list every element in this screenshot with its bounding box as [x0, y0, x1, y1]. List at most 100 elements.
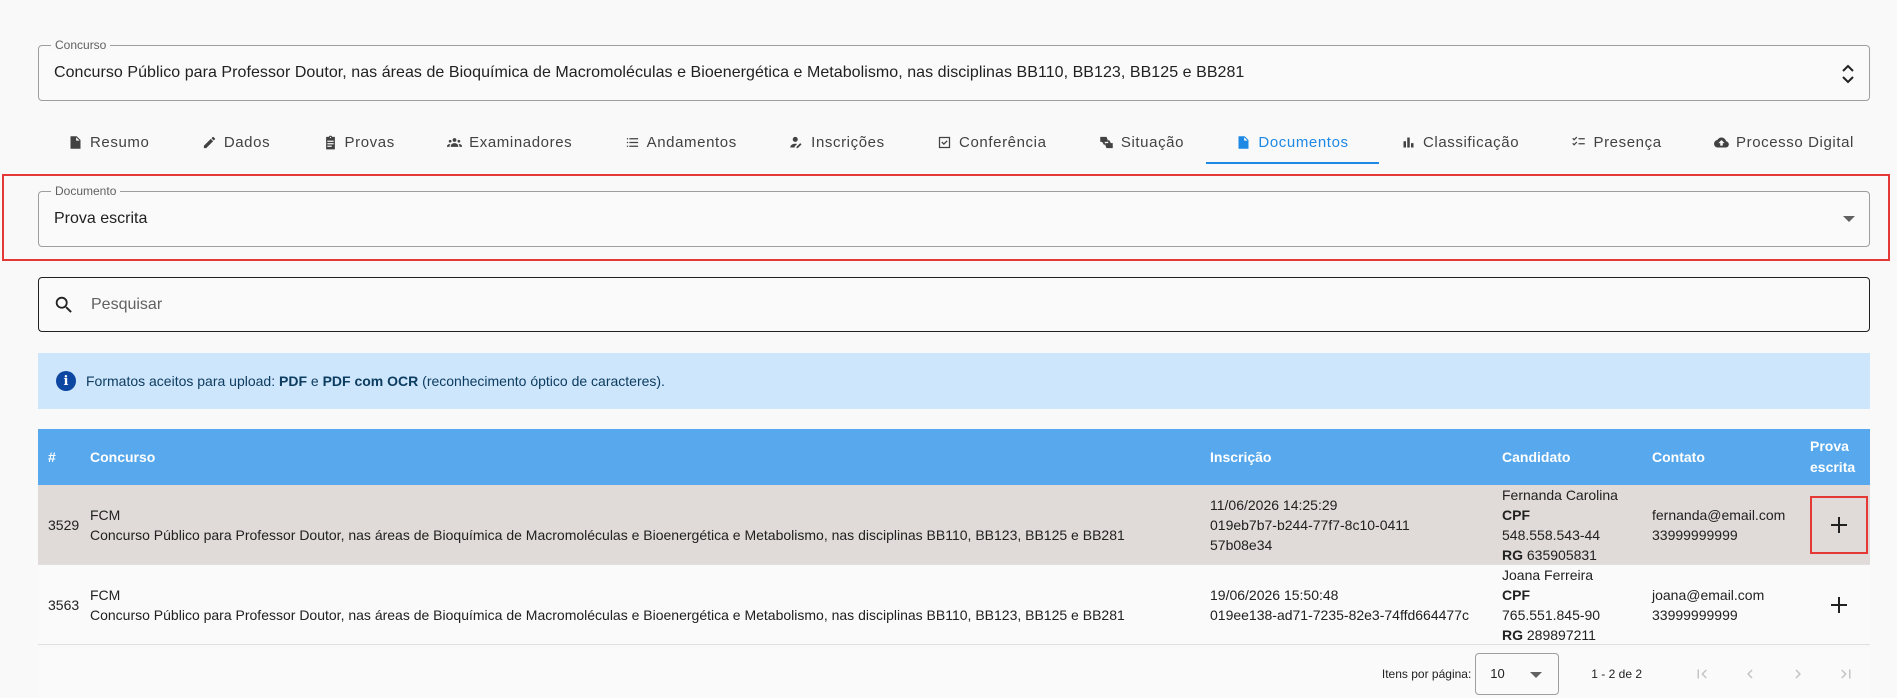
first-page-icon [1697, 669, 1707, 678]
row-unit: FCM [90, 586, 121, 603]
format-pdf-ocr: PDF com OCR [322, 373, 419, 389]
search-input[interactable] [91, 278, 1791, 331]
header-contato: Contato [1652, 449, 1705, 465]
items-per-page-select[interactable]: 10 [1475, 652, 1560, 695]
row-date: 19/06/2026 15:50:48 [1210, 586, 1339, 603]
row-id: 3529 [48, 516, 80, 533]
tab-presenca[interactable]: Presença [1565, 120, 1667, 164]
header-id: # [48, 449, 56, 465]
rg-label: RG [1502, 626, 1523, 643]
tab-inscricoes[interactable]: Inscrições [783, 120, 891, 164]
items-per-page-value: 10 [1490, 666, 1505, 681]
thumbs-icon [1100, 136, 1113, 148]
info-banner: i Formatos aceitos para upload: PDF e PD… [38, 353, 1870, 409]
cpf-label: CPF [1502, 506, 1530, 523]
header-candidato: Candidato [1502, 449, 1571, 465]
clipboard-icon [325, 135, 335, 149]
add-document-button[interactable] [1810, 495, 1868, 554]
document-icon [1238, 135, 1249, 149]
concurso-value: Concurso Público para Professor Doutor, … [54, 64, 1245, 81]
pagination: Itens por página: 10 1 - 2 de 2 [38, 649, 1870, 698]
plus-icon [1831, 596, 1847, 613]
row-unit: FCM [90, 506, 121, 523]
search-icon [55, 296, 72, 313]
last-page-icon [1841, 669, 1851, 678]
list-icon [626, 137, 638, 147]
tab-label: Dados [223, 133, 271, 151]
group-icon [447, 137, 463, 147]
row-concurso-text: Concurso Público para Professor Doutor, … [90, 526, 1125, 543]
tab-label: Situação [1120, 133, 1185, 151]
items-per-page-label: Itens por página: [1381, 666, 1472, 681]
bar-chart-icon [1403, 137, 1414, 147]
header-inscricao: Inscrição [1210, 449, 1272, 465]
table-row: 3563 FCM Concurso Público para Professor… [38, 565, 1870, 645]
row-name: Joana Ferreira [1502, 566, 1594, 583]
tab-documentos[interactable]: Documentos [1206, 120, 1379, 164]
row-rg: 289897211 [1526, 626, 1596, 643]
caret-down-icon [1843, 216, 1855, 222]
chevron-left-icon [1747, 669, 1753, 678]
row-email: joana@email.com [1652, 586, 1765, 603]
tab-dados[interactable]: Dados [196, 120, 276, 164]
checkbox-icon [938, 136, 951, 148]
row-cpf: 765.551.845-90 [1502, 606, 1601, 623]
row-contato: fernanda@email.com 33999999999 [1652, 505, 1810, 545]
tab-andamentos[interactable]: Andamentos [619, 120, 743, 164]
tab-processo-digital[interactable]: Processo Digital [1708, 120, 1860, 164]
table-header: # Concurso Inscrição Candidato Contato P… [38, 429, 1870, 485]
row-concurso: FCM Concurso Público para Professor Dout… [90, 505, 1210, 545]
tab-situacao[interactable]: Situação [1093, 120, 1190, 164]
row-contato: joana@email.com 33999999999 [1652, 585, 1810, 625]
row-prova [1810, 495, 1870, 554]
row-prova [1810, 576, 1870, 634]
row-uuid: 019eb7b7-b244-77f7-8c10-041157b08e34 [1210, 516, 1410, 553]
rg-label: RG [1502, 546, 1523, 563]
previous-page-button[interactable] [1726, 654, 1774, 694]
checklist-icon [1572, 136, 1586, 146]
documento-value: Prova escrita [54, 210, 148, 227]
tab-label: Examinadores [469, 133, 573, 151]
row-concurso-text: Concurso Público para Professor Doutor, … [90, 606, 1125, 623]
plus-icon [1831, 516, 1847, 533]
info-mid: e [307, 373, 323, 389]
tab-resumo[interactable]: Resumo [62, 120, 155, 164]
table-row: 3529 FCM Concurso Público para Professor… [38, 485, 1870, 565]
row-uuid: 019ee138-ad71-7235-82e3-74ffd664477c [1210, 606, 1469, 623]
tab-conferencia[interactable]: Conferência [931, 120, 1052, 164]
row-name: Fernanda Carolina [1502, 486, 1618, 503]
tab-label: Documentos [1258, 133, 1349, 151]
row-id: 3563 [48, 596, 80, 613]
info-suffix: (reconhecimento óptico de caracteres). [418, 373, 665, 389]
first-page-button[interactable] [1678, 654, 1726, 694]
format-pdf: PDF [279, 373, 307, 389]
person-edit-icon [790, 136, 802, 148]
row-date: 11/06/2026 14:25:29 [1210, 496, 1338, 513]
pencil-icon [203, 136, 215, 148]
row-concurso: FCM Concurso Público para Professor Dout… [90, 585, 1210, 625]
tab-provas[interactable]: Provas [317, 120, 401, 164]
header-concurso: Concurso [90, 449, 156, 465]
tab-label: Inscrições [811, 133, 885, 151]
last-page-button[interactable] [1822, 654, 1870, 694]
tab-classificacao[interactable]: Classificação [1395, 120, 1525, 164]
caret-down-icon [1530, 671, 1543, 678]
tab-examinadores[interactable]: Examinadores [441, 120, 578, 164]
inscricoes-table: # Concurso Inscrição Candidato Contato P… [38, 429, 1870, 645]
cpf-label: CPF [1502, 586, 1530, 603]
tab-label: Resumo [90, 133, 150, 151]
info-prefix: Formatos aceitos para upload: [86, 373, 279, 389]
document-icon [70, 135, 81, 149]
tab-label: Conferência [959, 133, 1047, 151]
documento-select[interactable]: Documento Prova escrita [38, 184, 1870, 247]
concurso-select[interactable]: Concurso Concurso Público para Professor… [38, 38, 1870, 101]
row-cpf: 548.558.543-44 [1502, 526, 1601, 543]
row-inscricao: 11/06/2026 14:25:29 019eb7b7-b244-77f7-8… [1210, 495, 1502, 555]
add-document-button[interactable] [1810, 576, 1868, 634]
tab-bar: Resumo Dados Provas Examinadores Andamen… [38, 120, 1870, 164]
tab-label: Provas [344, 133, 395, 151]
tab-label: Classificação [1422, 133, 1520, 151]
next-page-button[interactable] [1774, 654, 1822, 694]
row-phone: 33999999999 [1652, 526, 1738, 543]
cloud-upload-icon [1714, 137, 1729, 147]
